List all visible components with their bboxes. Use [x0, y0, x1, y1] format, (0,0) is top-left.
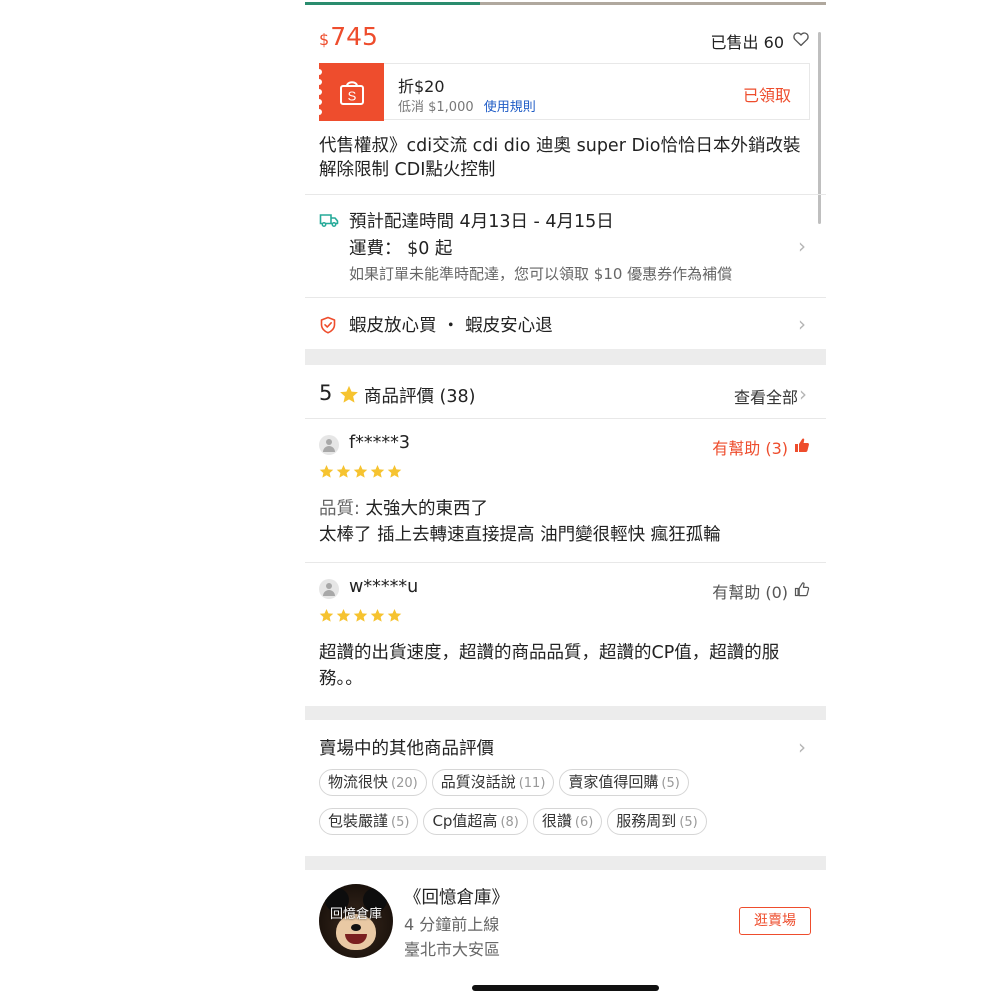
review-tag-row: 包裝嚴謹 (5) Cp值超高 (8) 很讚 (6) 服務周到 (5) — [319, 808, 819, 835]
shopee-bag-icon: S — [340, 81, 364, 105]
divider — [305, 562, 826, 563]
svg-text:S: S — [348, 89, 357, 104]
chevron-right-icon: › — [798, 234, 806, 258]
late-delivery-note: 如果訂單未能準時配達，您可以領取 $10 優惠券作為補償 — [349, 265, 733, 283]
reviewer-name: w*****u — [349, 577, 419, 597]
section-gap — [305, 349, 826, 365]
ratings-count-label: 商品評價 (38) — [364, 387, 476, 407]
shop-avatar[interactable]: 回憶倉庫 — [319, 884, 393, 958]
image-carousel-edge — [305, 0, 826, 6]
voucher-condition: 低消 $1,000 使用規則 — [398, 96, 536, 115]
heart-icon[interactable] — [792, 30, 810, 48]
shop-location: 臺北市大安區 — [404, 940, 501, 959]
price-currency: $ — [319, 30, 330, 49]
product-page: $ 745 已售出 60 S 折$20 低消 $1,000 使用規則 已領取 代… — [305, 0, 826, 1000]
review-tag[interactable]: Cp值超高 (8) — [423, 808, 528, 835]
voucher-rules-link[interactable]: 使用規則 — [484, 100, 536, 115]
star-icon — [336, 464, 351, 478]
see-all-reviews-link[interactable]: 查看全部 — [734, 384, 798, 408]
divider — [305, 297, 826, 298]
voucher-min-spend: 低消 $1,000 — [398, 100, 474, 115]
review-stars — [319, 608, 402, 623]
carousel-image-strip — [480, 2, 826, 5]
shipping-fee: 運費： $0 起 — [349, 239, 453, 259]
price-amount: 745 — [330, 22, 378, 51]
review-quality-key: 品質: — [319, 499, 360, 519]
price: $ 745 — [319, 22, 378, 51]
helpful-count[interactable]: 有幫助 (3) — [712, 435, 788, 459]
shop-last-online: 4 分鐘前上線 — [404, 915, 500, 934]
star-icon — [336, 608, 351, 622]
star-icon — [370, 608, 385, 622]
helpful-count[interactable]: 有幫助 (0) — [712, 579, 788, 603]
review-tag[interactable]: 很讚 (6) — [532, 808, 603, 835]
star-icon — [319, 464, 334, 478]
review-tag[interactable]: 物流很快 (20) — [319, 769, 427, 796]
carousel-progress — [305, 2, 480, 5]
review-quality-value: 太強大的東西了 — [359, 499, 488, 519]
review-tag[interactable]: 服務周到 (5) — [607, 808, 707, 835]
visit-shop-button[interactable]: 逛賣場 — [739, 907, 811, 935]
scrollbar[interactable] — [818, 32, 821, 224]
reviewer-avatar — [319, 579, 339, 599]
star-icon — [353, 608, 368, 622]
sold-count: 已售出 60 — [710, 33, 784, 52]
price-row: $ 745 已售出 60 — [305, 18, 826, 58]
voucher-claimed-status: 已領取 — [742, 86, 791, 105]
shield-check-icon — [320, 316, 336, 334]
guarantee-text: 蝦皮放心買 ・ 蝦皮安心退 — [349, 316, 553, 336]
star-icon — [387, 608, 402, 622]
delivery-eta: 預計配達時間 4月13日 - 4月15日 — [349, 212, 614, 232]
shop-name[interactable]: 《回憶倉庫》 — [404, 884, 509, 909]
star-icon — [370, 464, 385, 478]
shop-reviews-title: 賣場中的其他商品評價 — [319, 739, 494, 759]
voucher-title: 折$20 — [398, 77, 445, 96]
review-quality: 品質: 太強大的東西了 — [319, 496, 814, 522]
chevron-right-icon: › — [799, 382, 807, 406]
section-gap — [305, 706, 826, 720]
rating-score: 5 — [319, 381, 333, 405]
review-body: 太棒了 插上去轉速直接提高 油門變很輕快 瘋狂孤輪 — [319, 525, 721, 545]
review-tag[interactable]: 賣家值得回購 (5) — [559, 769, 689, 796]
truck-icon — [319, 214, 339, 227]
reviewer-avatar — [319, 435, 339, 455]
home-indicator — [472, 985, 659, 991]
shop-avatar-text: 回憶倉庫 — [329, 907, 382, 922]
review-tag[interactable]: 包裝嚴謹 (5) — [319, 808, 419, 835]
star-icon — [353, 464, 368, 478]
star-icon — [319, 608, 334, 622]
divider — [305, 418, 826, 419]
review-tag-row: 物流很快 (20) 品質沒話說 (11) 賣家值得回購 (5) — [319, 769, 819, 796]
chevron-right-icon: › — [798, 312, 806, 336]
star-icon — [340, 385, 358, 403]
section-gap — [305, 856, 826, 870]
thumbs-up-outline-icon[interactable] — [794, 581, 810, 597]
review-body: 超讚的出貨速度，超讚的商品品質，超讚的CP值，超讚的服務。。 — [319, 643, 780, 689]
star-icon — [387, 464, 402, 478]
thumbs-up-filled-icon[interactable] — [794, 437, 810, 453]
divider — [305, 194, 826, 195]
review-tag[interactable]: 品質沒話說 (11) — [431, 769, 555, 796]
reviewer-name: f*****3 — [349, 433, 411, 453]
chevron-right-icon: › — [798, 735, 806, 759]
product-title: 代售權叔》cdi交流 cdi dio 迪奧 super Dio恰恰日本外銷改裝解… — [319, 136, 801, 180]
shop-voucher[interactable]: S 折$20 低消 $1,000 使用規則 已領取 — [316, 63, 810, 121]
review-stars — [319, 464, 402, 479]
voucher-badge: S — [316, 63, 384, 121]
